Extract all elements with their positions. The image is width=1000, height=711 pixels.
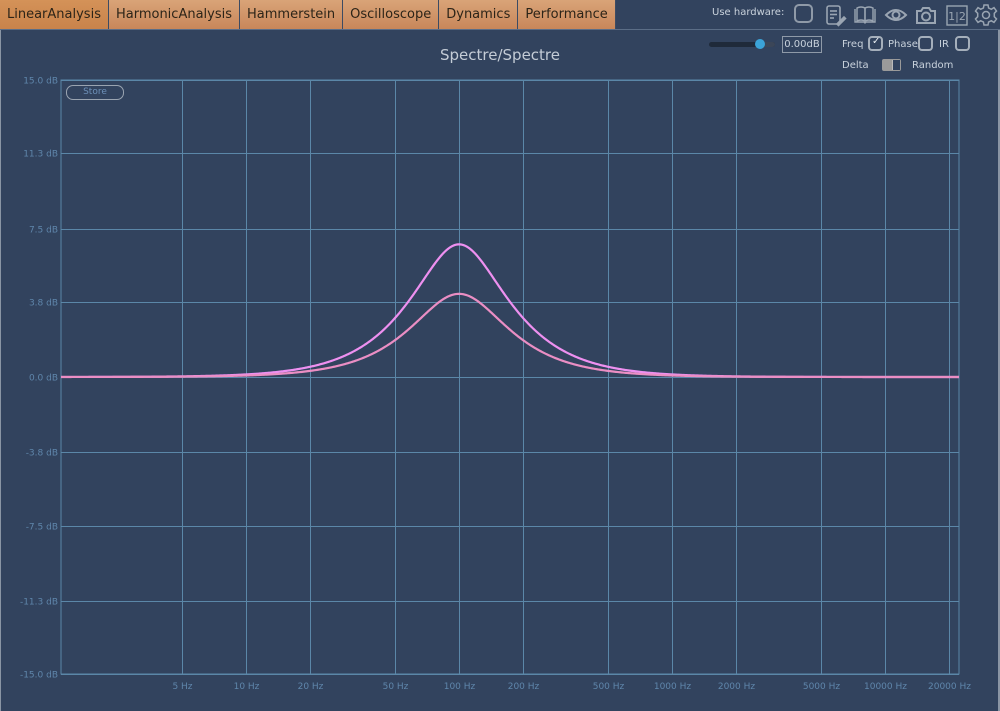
y-tick-label: 11.3 dB [23, 150, 58, 160]
x-tick-label: 5 Hz [172, 682, 192, 692]
x-tick-label: 2000 Hz [718, 682, 756, 692]
y-tick-label: -7.5 dB [26, 523, 58, 533]
x-tick-label: 200 Hz [508, 682, 540, 692]
spectrum-chart: 15.0 dB 11.3 dB 7.5 dB 3.8 dB 0.0 dB -3.8 dB -… [20, 77, 971, 693]
y-tick-label: 3.8 dB [29, 299, 58, 309]
y-tick-label: -11.3 dB [20, 598, 58, 608]
x-tick-label: 500 Hz [593, 682, 625, 692]
series-line-lower [60, 292, 960, 379]
store-button[interactable]: Store [66, 85, 124, 100]
series-line-upper [60, 243, 960, 379]
x-tick-label: 10000 Hz [864, 682, 907, 692]
x-tick-label: 10 Hz [234, 682, 260, 692]
x-tick-label: 1000 Hz [654, 682, 692, 692]
x-tick-label: 100 Hz [444, 682, 476, 692]
x-tick-label: 20 Hz [298, 682, 324, 692]
y-tick-label: -3.8 dB [26, 449, 58, 459]
y-tick-label: 15.0 dB [23, 77, 58, 87]
x-tick-label: 20000 Hz [928, 682, 971, 692]
y-tick-label: -15.0 dB [20, 671, 58, 681]
x-tick-label: 50 Hz [383, 682, 409, 692]
x-tick-label: 5000 Hz [803, 682, 841, 692]
y-tick-label: 0.0 dB [29, 374, 58, 384]
y-tick-label: 7.5 dB [29, 226, 58, 236]
